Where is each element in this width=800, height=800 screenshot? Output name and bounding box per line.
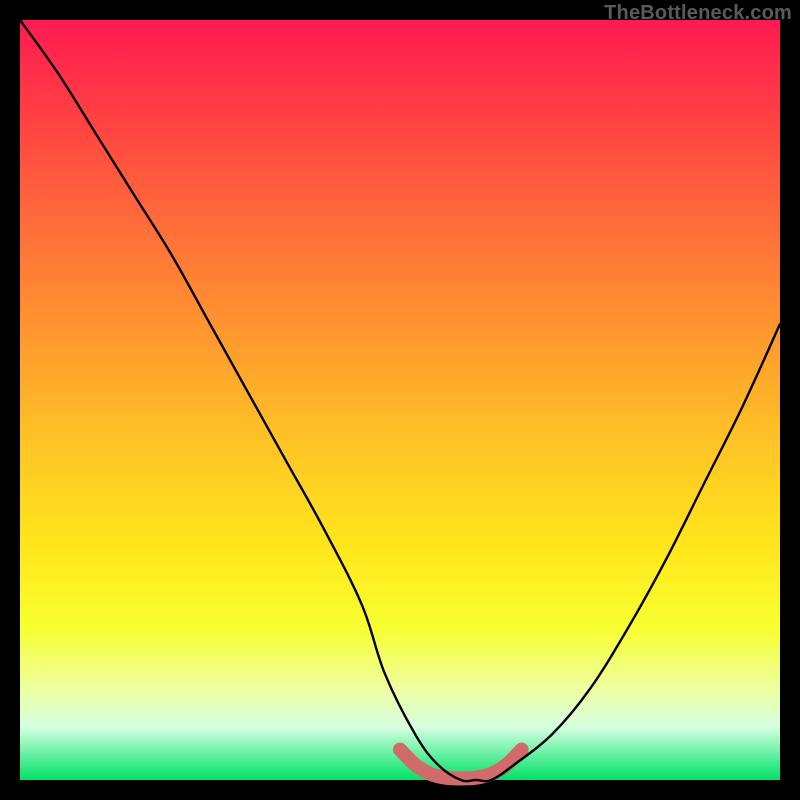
chart-stage: TheBottleneck.com [0, 0, 800, 800]
bottleneck-curve [20, 20, 780, 781]
plot-area [20, 20, 780, 780]
curve-svg [20, 20, 780, 780]
